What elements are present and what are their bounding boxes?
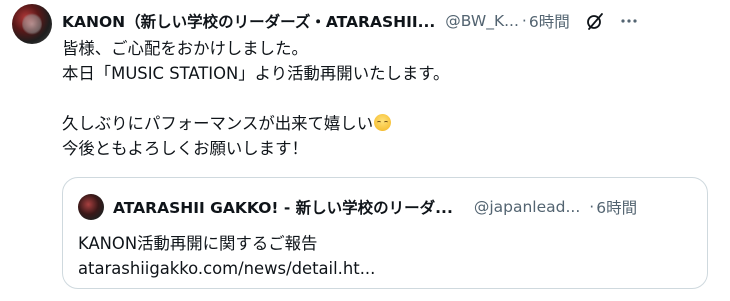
separator-dot: ·	[521, 12, 527, 30]
tweet-body: 皆様、ご心配をおかけしました。 本日「MUSIC STATION」より活動再開い…	[62, 36, 712, 161]
quoted-link[interactable]: atarashiigakko.com/news/detail.ht...	[78, 256, 688, 281]
tweet-header: KANON（新しい学校のリーダーズ・ATARASHII... @BW_K... …	[62, 10, 722, 32]
grok-icon[interactable]	[584, 10, 606, 32]
tweet-body-text-end: 今後ともよろしくお願いします！	[62, 139, 308, 158]
more-options-icon[interactable]	[618, 10, 640, 32]
tweet-timestamp[interactable]: 6時間	[529, 10, 570, 32]
quoted-timestamp: 6時間	[596, 199, 638, 217]
author-name[interactable]: KANON（新しい学校のリーダーズ・ATARASHII...	[62, 10, 435, 32]
quoted-tweet[interactable]: ATARASHII GAKKO! - 新しい学校のリーダ... @japanle…	[62, 177, 708, 289]
relieved-face-emoji-icon	[374, 114, 392, 131]
tweet-body-text: 皆様、ご心配をおかけしました。 本日「MUSIC STATION」より活動再開い…	[62, 39, 450, 133]
quoted-tweet-header: ATARASHII GAKKO! - 新しい学校のリーダ... @japanle…	[113, 194, 698, 220]
quoted-separator-dot: ·	[589, 198, 595, 216]
quoted-author-handle: @japanlead...	[473, 198, 581, 216]
quoted-author-avatar	[78, 194, 104, 220]
quoted-author-name: ATARASHII GAKKO! - 新しい学校のリーダ...	[113, 199, 453, 217]
author-avatar[interactable]	[12, 4, 52, 44]
tweet-card[interactable]: KANON（新しい学校のリーダーズ・ATARASHII... @BW_K... …	[0, 0, 730, 301]
quoted-title: KANON活動再開に関するご報告	[78, 234, 318, 253]
author-handle[interactable]: @BW_K...	[445, 12, 519, 30]
quoted-tweet-body: KANON活動再開に関するご報告 atarashiigakko.com/news…	[78, 231, 688, 281]
